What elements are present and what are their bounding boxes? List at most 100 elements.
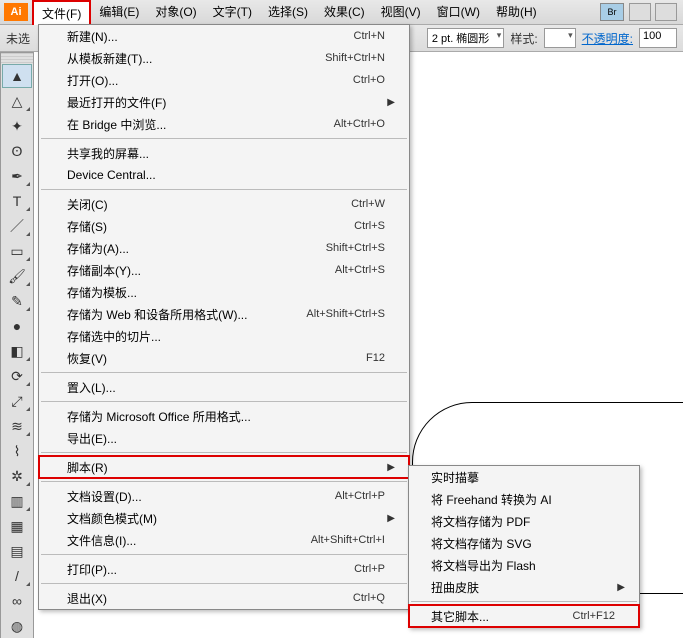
menu-separator (41, 189, 407, 190)
menu-item-共享我的屏幕[interactable]: 共享我的屏幕... (39, 142, 409, 164)
submenu-item-shortcut: Ctrl+F12 (573, 610, 616, 622)
style-dropdown[interactable] (544, 28, 576, 48)
menubar: Ai 文件(F)编辑(E)对象(O)文字(T)选择(S)效果(C)视图(V)窗口… (0, 0, 683, 25)
tool-wand[interactable]: ✦ (2, 114, 32, 138)
tool-blend[interactable]: ∞ (2, 589, 32, 613)
tool-palette: ▲△✦ʘ✒T／▭🖌✎●◧⟳⤢≋⌇✲▥▦▤/∞◍✂▣✋🔍◻◻◻ (0, 52, 34, 638)
tool-graph[interactable]: ▥ (2, 489, 32, 513)
submenu-item-将-Freehand-转换为-AI[interactable]: 将 Freehand 转换为 AI (409, 488, 639, 510)
menu-item-存储选中的切片[interactable]: 存储选中的切片... (39, 325, 409, 347)
menu-separator (41, 554, 407, 555)
opacity-label[interactable]: 不透明度: (582, 30, 633, 47)
tool-brush[interactable]: 🖌 (2, 264, 32, 288)
menu-文件[interactable]: 文件(F) (32, 0, 91, 25)
palette-grip[interactable] (1, 53, 33, 63)
menu-item-文件信息I[interactable]: 文件信息(I)...Alt+Shift+Ctrl+I (39, 529, 409, 551)
submenu-item-将文档存储为-SVG[interactable]: 将文档存储为 SVG (409, 532, 639, 554)
menu-item-导出E[interactable]: 导出(E)... (39, 427, 409, 449)
tool-dsel[interactable]: △ (2, 89, 32, 113)
bridge-button[interactable]: Br (600, 3, 624, 21)
menu-item-打印P[interactable]: 打印(P)...Ctrl+P (39, 558, 409, 580)
menu-item-label: 存储(S) (67, 218, 354, 235)
tool-pencil[interactable]: ✎ (2, 289, 32, 313)
menu-item-label: 退出(X) (67, 590, 353, 607)
tool-mesh[interactable]: ▦ (2, 514, 32, 538)
tool-lasso[interactable]: ʘ (2, 139, 32, 163)
tool-sel[interactable]: ▲ (2, 64, 32, 88)
menu-item-脚本R[interactable]: 脚本(R)▶ (39, 456, 409, 478)
menu-item-label: 新建(N)... (67, 28, 354, 45)
menu-item-存储为模板[interactable]: 存储为模板... (39, 281, 409, 303)
menu-item-新建N[interactable]: 新建(N)...Ctrl+N (39, 25, 409, 47)
menu-item-label: 最近打开的文件(F) (67, 94, 385, 111)
menu-帮助[interactable]: 帮助(H) (488, 0, 545, 25)
menu-item-退出X[interactable]: 退出(X)Ctrl+Q (39, 587, 409, 609)
menu-编辑[interactable]: 编辑(E) (91, 0, 147, 25)
menu-item-置入L[interactable]: 置入(L)... (39, 376, 409, 398)
screen-mode-icon[interactable] (655, 3, 677, 21)
submenu-item-将文档存储为-PDF[interactable]: 将文档存储为 PDF (409, 510, 639, 532)
menu-item-label: 导出(E)... (67, 430, 385, 447)
menu-item-label: 存储选中的切片... (67, 328, 385, 345)
tool-eyedrop[interactable]: / (2, 564, 32, 588)
menu-item-在-Bridge-中浏览[interactable]: 在 Bridge 中浏览...Alt+Ctrl+O (39, 113, 409, 135)
menu-item-shortcut: Ctrl+O (353, 74, 385, 86)
submenu-arrow-icon: ▶ (385, 97, 395, 108)
tool-symbol[interactable]: ✲ (2, 464, 32, 488)
menu-item-存储S[interactable]: 存储(S)Ctrl+S (39, 215, 409, 237)
tool-grad[interactable]: ▤ (2, 539, 32, 563)
submenu-item-其它脚本[interactable]: 其它脚本...Ctrl+F12 (409, 605, 639, 627)
menu-窗口[interactable]: 窗口(W) (429, 0, 488, 25)
menu-item-shortcut: F12 (366, 352, 385, 364)
menu-item-存储为A[interactable]: 存储为(A)...Shift+Ctrl+S (39, 237, 409, 259)
menu-item-打开O[interactable]: 打开(O)...Ctrl+O (39, 69, 409, 91)
tool-fwarp[interactable]: ⌇ (2, 439, 32, 463)
menu-item-label: 存储副本(Y)... (67, 262, 335, 279)
scripts-submenu: 实时描摹将 Freehand 转换为 AI将文档存储为 PDF将文档存储为 SV… (408, 465, 640, 628)
stroke-profile-dropdown[interactable]: 2 pt. 椭圆形 (427, 28, 504, 48)
arrange-documents-icon[interactable] (629, 3, 651, 21)
menu-item-存储副本Y[interactable]: 存储副本(Y)...Alt+Ctrl+S (39, 259, 409, 281)
menu-item-恢复V[interactable]: 恢复(V)F12 (39, 347, 409, 369)
tool-rect[interactable]: ▭ (2, 239, 32, 263)
menu-item-从模板新建T[interactable]: 从模板新建(T)...Shift+Ctrl+N (39, 47, 409, 69)
menu-item-label: 脚本(R) (67, 459, 385, 476)
tool-type[interactable]: T (2, 189, 32, 213)
menu-item-Device-Central[interactable]: Device Central... (39, 164, 409, 186)
submenu-item-实时描摹[interactable]: 实时描摹 (409, 466, 639, 488)
menu-item-shortcut: Alt+Ctrl+S (335, 264, 385, 276)
tool-rotate[interactable]: ⟳ (2, 364, 32, 388)
tool-warp[interactable]: ≋ (2, 414, 32, 438)
menu-item-shortcut: Ctrl+P (354, 563, 385, 575)
menu-item-存储为-Microsoft-Office-所用格式[interactable]: 存储为 Microsoft Office 所用格式... (39, 405, 409, 427)
tool-blob[interactable]: ● (2, 314, 32, 338)
tool-scale[interactable]: ⤢ (2, 389, 32, 413)
menu-item-最近打开的文件F[interactable]: 最近打开的文件(F)▶ (39, 91, 409, 113)
menu-效果[interactable]: 效果(C) (316, 0, 373, 25)
menu-separator (41, 452, 407, 453)
menu-对象[interactable]: 对象(O) (147, 0, 204, 25)
menu-item-label: 文件信息(I)... (67, 532, 311, 549)
menu-item-label: 打开(O)... (67, 72, 353, 89)
tool-line[interactable]: ／ (2, 214, 32, 238)
menu-item-label: 存储为模板... (67, 284, 385, 301)
menu-item-label: 文档颜色模式(M) (67, 510, 385, 527)
submenu-item-将文档导出为-Flash[interactable]: 将文档导出为 Flash (409, 554, 639, 576)
tool-pen[interactable]: ✒ (2, 164, 32, 188)
submenu-item-label: 其它脚本... (431, 608, 573, 625)
submenu-arrow-icon: ▶ (385, 513, 395, 524)
menu-item-文档颜色模式M[interactable]: 文档颜色模式(M)▶ (39, 507, 409, 529)
menu-item-关闭C[interactable]: 关闭(C)Ctrl+W (39, 193, 409, 215)
menu-item-存储为-Web-和设备所用格式W[interactable]: 存储为 Web 和设备所用格式(W)...Alt+Shift+Ctrl+S (39, 303, 409, 325)
menu-选择[interactable]: 选择(S) (260, 0, 316, 25)
tool-eraser[interactable]: ◧ (2, 339, 32, 363)
menu-文字[interactable]: 文字(T) (205, 0, 260, 25)
menu-separator (41, 401, 407, 402)
submenu-arrow-icon: ▶ (385, 462, 395, 473)
tool-lfill[interactable]: ◍ (2, 614, 32, 638)
menu-item-shortcut: Alt+Ctrl+O (334, 118, 385, 130)
menu-视图[interactable]: 视图(V) (373, 0, 429, 25)
submenu-item-扭曲皮肤[interactable]: 扭曲皮肤▶ (409, 576, 639, 598)
opacity-input[interactable]: 100 (639, 28, 677, 48)
menu-item-文档设置D[interactable]: 文档设置(D)...Alt+Ctrl+P (39, 485, 409, 507)
